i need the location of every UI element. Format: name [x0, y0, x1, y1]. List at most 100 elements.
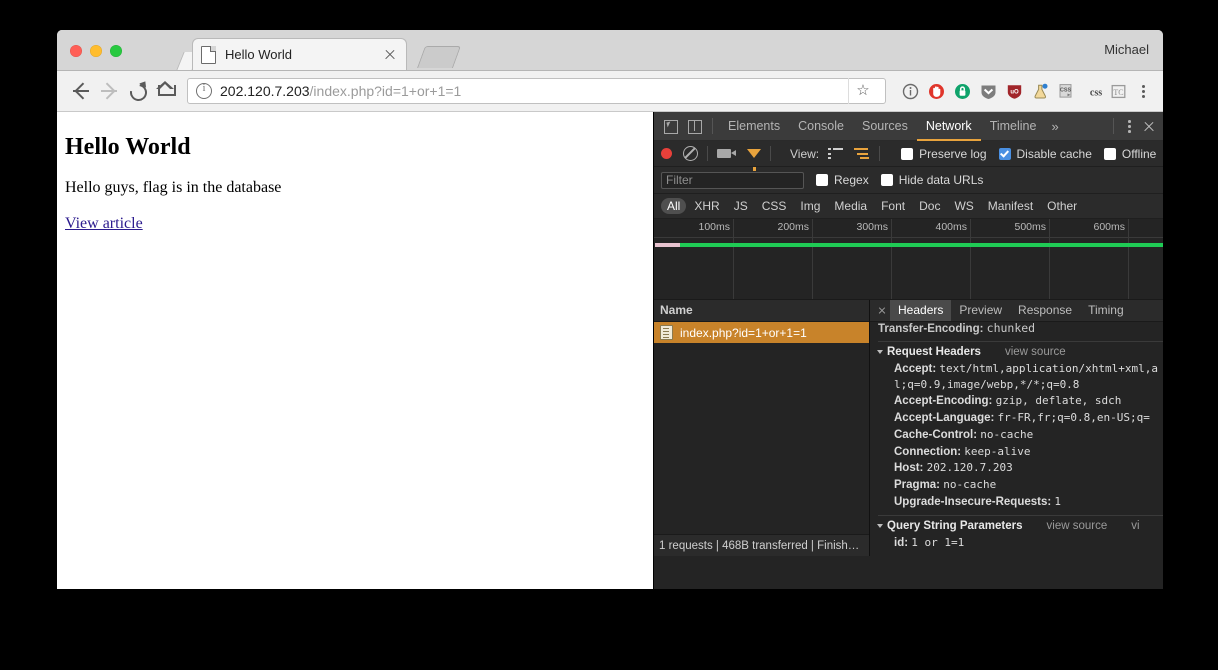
header-value: no-cache	[943, 478, 997, 492]
view-article-link[interactable]: View article	[65, 215, 143, 232]
headers-body[interactable]: Transfer-Encoding: chunked Request Heade…	[870, 322, 1163, 556]
filter-row: Regex Hide data URLs	[654, 167, 1163, 194]
request-headers-section[interactable]: Request Headers view source	[877, 340, 1163, 361]
more-options-icon[interactable]	[1120, 115, 1138, 137]
clear-icon[interactable]	[683, 146, 698, 161]
record-icon[interactable]	[661, 148, 672, 159]
viewport: Hello World Hello guys, flag is in the d…	[57, 112, 1163, 589]
svg-text:uO: uO	[1010, 89, 1019, 95]
disable-cache-toggle[interactable]: Disable cache	[998, 147, 1092, 161]
flask-icon[interactable]	[1032, 83, 1049, 100]
maximize-window-button[interactable]	[110, 45, 122, 57]
info-icon[interactable]	[902, 83, 919, 100]
tab-sources[interactable]: Sources	[853, 112, 917, 141]
view-label: View:	[790, 146, 820, 161]
hide-data-urls-toggle[interactable]: Hide data URLs	[880, 173, 984, 187]
tc-icon[interactable]: TC	[1110, 83, 1127, 100]
device-toolbar-icon[interactable]	[682, 115, 706, 137]
tab-preview[interactable]: Preview	[951, 300, 1010, 321]
css-page-icon[interactable]: CSS	[1058, 83, 1075, 100]
view-source-link[interactable]: view source	[1005, 345, 1066, 361]
header-row: Accept: text/html,application/xhtml+xml,…	[878, 361, 1163, 378]
lock-shield-icon[interactable]	[954, 83, 971, 100]
regex-label: Regex	[834, 173, 869, 187]
type-filter-other[interactable]: Other	[1041, 198, 1083, 214]
browser-toolbar: 202.120.7.203/index.php?id=1+or+1=1 ☆ uO	[57, 71, 1163, 112]
network-overview[interactable]: 100ms 200ms 300ms 400ms 500ms 600ms	[654, 219, 1163, 300]
css-text-icon[interactable]: css	[1084, 83, 1102, 100]
document-icon	[201, 45, 216, 64]
disable-cache-checkbox[interactable]	[998, 147, 1011, 160]
tab-timing[interactable]: Timing	[1080, 300, 1132, 321]
tab-elements[interactable]: Elements	[719, 112, 789, 141]
regex-checkbox[interactable]	[816, 174, 828, 186]
type-filter-doc[interactable]: Doc	[913, 198, 946, 214]
inspect-element-icon[interactable]	[658, 115, 682, 137]
offline-toggle[interactable]: Offline	[1103, 147, 1156, 161]
tab-title: Hello World	[225, 47, 292, 62]
stop-hand-icon[interactable]	[928, 83, 945, 100]
header-row: Pragma: no-cache	[878, 477, 1163, 494]
network-split: Name index.php?id=1+or+1=1 1 requests | …	[654, 300, 1163, 556]
regex-toggle[interactable]: Regex	[816, 173, 869, 187]
close-detail-icon[interactable]	[874, 303, 890, 319]
waterfall-view-icon[interactable]	[854, 148, 870, 159]
close-devtools-icon[interactable]	[1138, 115, 1160, 137]
hide-data-urls-label: Hide data URLs	[898, 173, 984, 187]
back-arrow-icon[interactable]	[67, 77, 95, 105]
header-name: Accept-Language:	[894, 411, 995, 424]
divider	[707, 146, 708, 161]
list-view-icon[interactable]	[828, 148, 844, 159]
profile-name[interactable]: Michael	[1104, 42, 1149, 57]
type-filter-js[interactable]: JS	[728, 198, 754, 214]
tab-network[interactable]: Network	[917, 112, 981, 141]
type-filter-font[interactable]: Font	[875, 198, 911, 214]
type-filter-media[interactable]: Media	[828, 198, 873, 214]
clipped-header-line: Transfer-Encoding: chunked	[878, 322, 1163, 338]
reload-icon[interactable]	[123, 77, 151, 105]
chevron-shield-icon[interactable]	[980, 83, 997, 100]
kebab-menu-icon[interactable]	[1133, 78, 1153, 104]
column-header-name[interactable]: Name	[654, 300, 869, 322]
type-filter-manifest[interactable]: Manifest	[982, 198, 1039, 214]
divider	[1113, 118, 1114, 134]
tab-response[interactable]: Response	[1010, 300, 1080, 321]
preserve-log-toggle[interactable]: Preserve log	[901, 147, 987, 161]
address-bar[interactable]: 202.120.7.203/index.php?id=1+or+1=1 ☆	[187, 78, 886, 104]
type-filter-img[interactable]: Img	[794, 198, 826, 214]
funnel-icon[interactable]	[747, 149, 761, 171]
view-source-link[interactable]: view source	[1047, 519, 1108, 535]
type-filter-xhr[interactable]: XHR	[688, 198, 725, 214]
offline-checkbox[interactable]	[1103, 147, 1116, 160]
tab-close-icon[interactable]	[382, 47, 398, 63]
browser-tab[interactable]: Hello World	[192, 38, 407, 70]
home-icon[interactable]	[151, 77, 179, 105]
type-filter-css[interactable]: CSS	[756, 198, 793, 214]
filter-input[interactable]	[661, 171, 804, 189]
address-bar-url: 202.120.7.203/index.php?id=1+or+1=1	[220, 83, 844, 99]
hide-data-urls-checkbox[interactable]	[880, 174, 893, 186]
camera-icon[interactable]	[717, 149, 736, 158]
ublock-shield-icon[interactable]: uO	[1006, 83, 1023, 100]
type-filter-all[interactable]: All	[661, 198, 687, 214]
preserve-log-checkbox[interactable]	[901, 147, 914, 160]
bookmark-star-icon[interactable]: ☆	[848, 78, 877, 104]
info-circle-icon[interactable]	[196, 82, 212, 99]
tab-console[interactable]: Console	[789, 112, 853, 141]
divider	[879, 146, 881, 161]
table-row[interactable]: index.php?id=1+or+1=1	[654, 322, 869, 343]
type-filter-ws[interactable]: WS	[948, 198, 979, 214]
close-window-button[interactable]	[70, 45, 82, 57]
chevron-down-icon[interactable]	[877, 349, 883, 354]
more-tabs-icon[interactable]: »	[1045, 119, 1064, 134]
timeline-bar-start	[655, 243, 680, 247]
new-tab-button[interactable]	[416, 46, 462, 68]
chevron-down-icon[interactable]	[877, 524, 883, 529]
view-url-encoded-link[interactable]: vi	[1131, 519, 1139, 535]
tab-headers[interactable]: Headers	[890, 300, 952, 321]
forward-arrow-icon[interactable]	[95, 77, 123, 105]
query-string-parameters-section[interactable]: Query String Parameters view source vi	[877, 515, 1163, 535]
header-value-continuation: l;q=0.9,image/webp,*/*;q=0.8	[894, 378, 1080, 392]
tab-timeline[interactable]: Timeline	[981, 112, 1046, 141]
minimize-window-button[interactable]	[90, 45, 102, 57]
